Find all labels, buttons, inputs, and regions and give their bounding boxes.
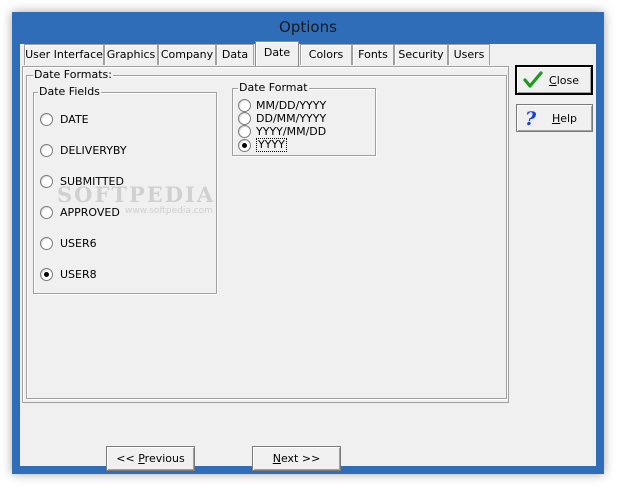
date-format-label: Date Format <box>238 81 309 95</box>
radio-button[interactable] <box>40 206 53 219</box>
date-format-option-ddmmyyyy[interactable]: DD/MM/YYYY <box>238 112 326 125</box>
date-tab-panel: Date Formats: SOFTPEDIA www.softpedia.co… <box>22 66 509 403</box>
radio-button-selected[interactable] <box>238 138 251 152</box>
date-field-option-approved[interactable]: APPROVED <box>40 206 120 219</box>
radio-button[interactable] <box>238 125 251 138</box>
radio-button[interactable] <box>40 237 53 250</box>
radio-label: DD/MM/YYYY <box>256 112 327 125</box>
tab-label: User Interface <box>25 48 103 61</box>
tab-label: Date <box>263 46 291 59</box>
date-format-group: Date Format MM/DD/YYYY DD/MM/YYYY YYYY/M… <box>232 81 376 156</box>
tab-company[interactable]: Company <box>158 44 216 65</box>
date-formats-group: Date Formats: SOFTPEDIA www.softpedia.co… <box>26 68 507 399</box>
window-client-area: User Interface Graphics Company Data Dat… <box>20 41 596 471</box>
tab-label: Security <box>398 48 444 61</box>
radio-label: USER6 <box>60 237 97 250</box>
date-format-option-yyyymmdd[interactable]: YYYY/MM/DD <box>238 125 326 138</box>
tab-security[interactable]: Security <box>394 44 448 65</box>
radio-button[interactable] <box>40 113 53 126</box>
radio-label: USER8 <box>60 268 97 281</box>
radio-label: APPROVED <box>60 206 120 219</box>
radio-label: MM/DD/YYYY <box>256 99 327 112</box>
radio-label: YYYY/MM/DD <box>256 125 327 138</box>
tab-label: Data <box>221 48 249 61</box>
question-mark-icon: ? <box>523 108 539 128</box>
radio-label: SUBMITTED <box>60 175 124 188</box>
next-button-label: Next >> <box>272 452 321 465</box>
date-format-option-mmddyyyy[interactable]: MM/DD/YYYY <box>238 99 326 112</box>
svg-text:?: ? <box>525 108 537 128</box>
tab-user-interface[interactable]: User Interface <box>24 44 104 65</box>
tab-label: Colors <box>308 48 344 61</box>
date-field-option-user6[interactable]: USER6 <box>40 237 97 250</box>
radio-button-selected[interactable] <box>40 268 53 281</box>
radio-button[interactable] <box>40 144 53 157</box>
tab-colors[interactable]: Colors <box>300 44 352 65</box>
date-fields-label: Date Fields <box>38 85 101 99</box>
date-field-option-date[interactable]: DATE <box>40 113 89 126</box>
date-field-option-user8[interactable]: USER8 <box>40 268 97 281</box>
tab-graphics[interactable]: Graphics <box>104 44 158 65</box>
help-button[interactable]: ? Help <box>516 104 593 132</box>
date-field-option-submitted[interactable]: SUBMITTED <box>40 175 124 188</box>
next-button[interactable]: Next >> <box>252 446 341 471</box>
radio-button[interactable] <box>238 112 251 125</box>
previous-button[interactable]: << Previous <box>106 446 195 471</box>
date-fields-group: Date Fields DATE DELIVERYBY SUBMITTED AP… <box>33 85 217 294</box>
tab-users[interactable]: Users <box>448 44 490 65</box>
radio-label: YYYY <box>256 138 287 152</box>
tab-date[interactable]: Date <box>255 41 299 66</box>
options-window: Options User Interface Graphics Company … <box>12 12 604 474</box>
radio-label: DATE <box>60 113 89 126</box>
tab-label: Company <box>160 48 214 61</box>
tab-label: Users <box>453 48 485 61</box>
radio-button[interactable] <box>40 175 53 188</box>
date-field-option-deliveryby[interactable]: DELIVERYBY <box>40 144 127 157</box>
tab-fonts[interactable]: Fonts <box>352 44 394 65</box>
tab-label: Fonts <box>358 48 388 61</box>
radio-button[interactable] <box>238 99 251 112</box>
date-format-option-yyyy[interactable]: YYYY <box>238 138 287 152</box>
tab-data[interactable]: Data <box>216 44 254 65</box>
close-button[interactable]: Close <box>515 65 593 95</box>
checkmark-icon <box>523 71 543 89</box>
radio-label: DELIVERYBY <box>60 144 127 157</box>
date-formats-label: Date Formats: <box>33 68 113 82</box>
window-title: Options <box>279 18 337 36</box>
previous-button-label: << Previous <box>116 452 185 465</box>
tab-label: Graphics <box>106 48 156 61</box>
